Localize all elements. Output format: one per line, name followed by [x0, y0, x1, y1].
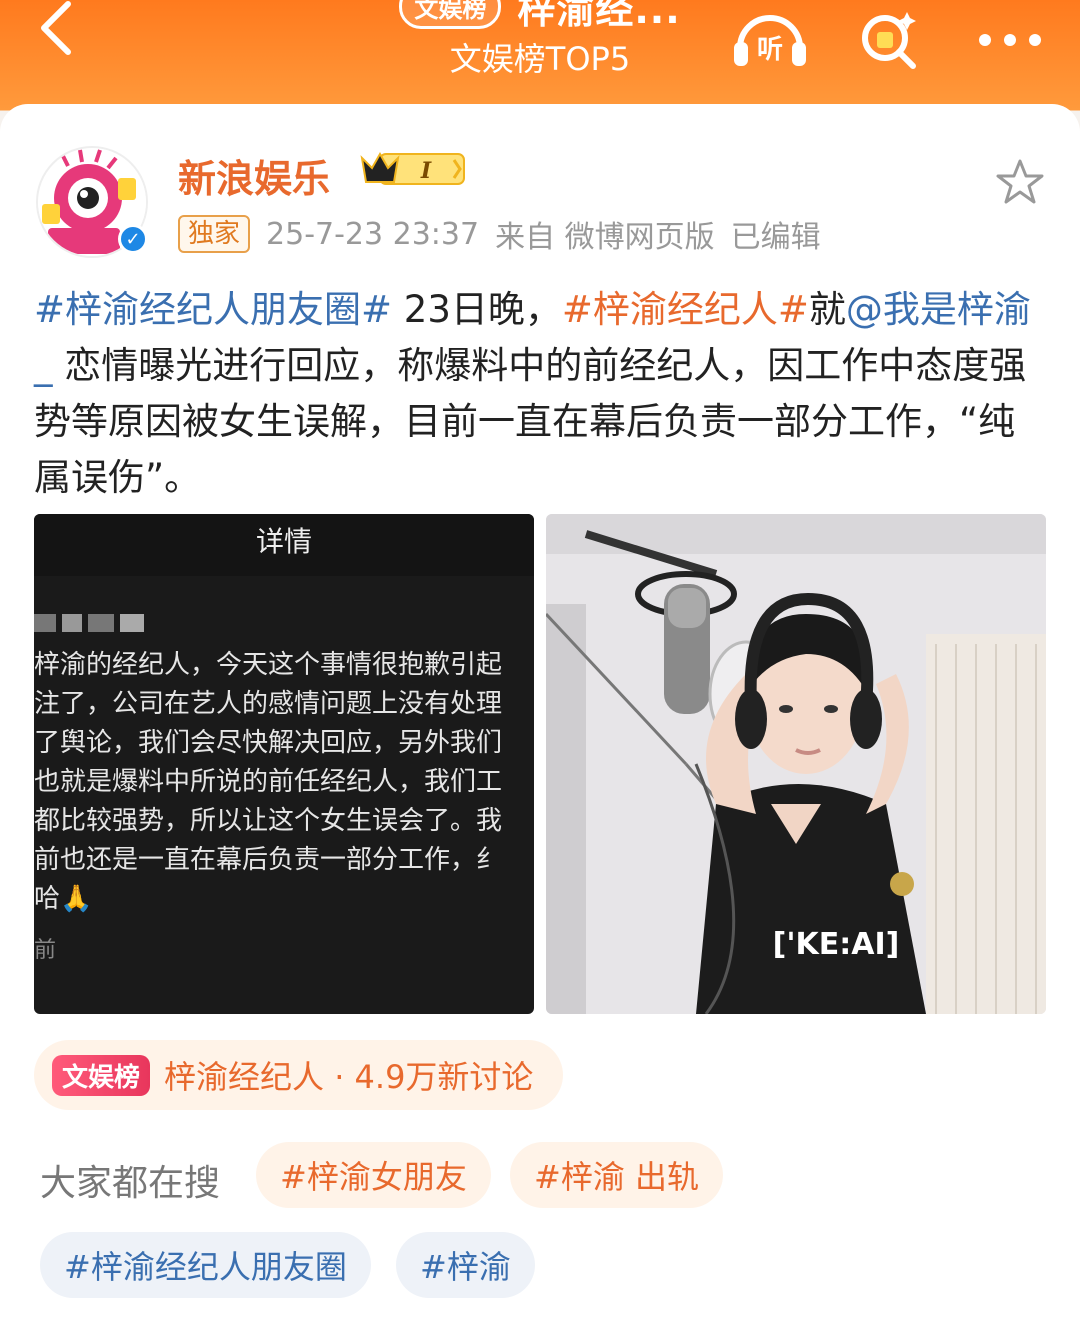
search-chip[interactable]: #梓渝: [396, 1232, 535, 1298]
message-line: 梓渝的经纪人，今天这个事情很抱歉引起: [34, 650, 503, 680]
message-text: 梓渝的经纪人，今天这个事情很抱歉引起 注了，公司在艺人的感情问题上没有处理 了舆…: [34, 646, 534, 919]
vip-level: I: [420, 158, 432, 184]
verified-icon: ✓: [118, 224, 148, 254]
more-button[interactable]: [970, 8, 1050, 72]
favorite-star-icon[interactable]: [996, 158, 1044, 206]
content-text: 恋情曝光进行回应，称爆料中的前经纪人，因工作中态度强势等原因被女生误解，目前一直…: [34, 344, 1027, 499]
search-icon: [862, 12, 916, 69]
header-title-block[interactable]: 文娱榜 梓渝经... 文娱榜TOP5: [360, 0, 720, 80]
more-dots-icon: [979, 34, 1041, 46]
hashtag-link[interactable]: #梓渝经纪人#: [562, 288, 809, 331]
message-line: 哈🙏: [34, 884, 93, 914]
post-image-1[interactable]: 详情 梓渝的经纪人，今天这个事情很抱歉引起 注了，公司在艺人的感情问题上没有处理…: [34, 514, 534, 1014]
topic-ranking-link[interactable]: 文娱榜 梓渝经纪人 · 4.9万新讨论: [34, 1040, 564, 1110]
back-arrow-icon[interactable]: [30, 0, 90, 60]
shirt-print: ['KE:AI]: [773, 927, 900, 962]
message-line: 注了，公司在艺人的感情问题上没有处理: [34, 689, 503, 719]
message-line: 前也还是一直在幕后负责一部分工作，纟: [34, 845, 503, 875]
message-line: 都比较强势，所以让这个女生误会了。我: [34, 806, 503, 836]
search-redpacket-button[interactable]: [850, 8, 930, 72]
page-subtitle: 文娱榜TOP5: [449, 40, 631, 78]
ranking-badge: 文娱榜: [399, 0, 502, 29]
headphones-icon: 听: [734, 15, 806, 66]
listen-button[interactable]: 听: [730, 8, 810, 72]
timestamp: 25-7-23 23:37: [266, 216, 480, 252]
search-section-label: 大家都在搜: [40, 1163, 221, 1204]
topic-text: 梓渝经纪人 · 4.9万新讨论: [164, 1058, 534, 1096]
search-chip[interactable]: #梓渝 出轨: [510, 1142, 723, 1208]
post-card: ✓ 新浪娱乐 I 独家 25-7-23 23:37 来自 微博网页版 已编辑 #…: [0, 104, 1080, 1338]
top-bar: 文娱榜 梓渝经... 文娱榜TOP5 听: [0, 0, 1080, 118]
ranking-badge: 文娱榜: [52, 1054, 151, 1096]
search-chip[interactable]: #梓渝经纪人朋友圈: [40, 1232, 371, 1298]
post-source: 来自 微博网页版: [495, 220, 715, 255]
post-content: #梓渝经纪人朋友圈# 23日晚，#梓渝经纪人#就@我是梓渝_ 恋情曝光进行回应，…: [34, 282, 1044, 506]
search-chip[interactable]: #梓渝女朋友: [256, 1142, 491, 1208]
edited-label[interactable]: 已编辑: [731, 212, 821, 256]
content-text: 就: [808, 288, 846, 331]
studio-photo: ['KE:AI]: [546, 514, 1046, 1014]
message-line: 也就是爆料中所说的前任经纪人，我们工: [34, 767, 503, 797]
user-name[interactable]: 新浪娱乐: [178, 148, 330, 203]
listen-label: 听: [757, 35, 783, 65]
post-meta: 独家 25-7-23 23:37 来自 微博网页版 已编辑: [178, 212, 821, 256]
message-time: 前: [34, 938, 57, 963]
image-detail-title: 详情: [34, 514, 534, 576]
content-text: 23日晚，: [392, 288, 562, 331]
exclusive-tag: 独家: [178, 215, 251, 253]
post-image-2[interactable]: ['KE:AI]: [546, 514, 1046, 1014]
vip-level-badge[interactable]: I: [358, 148, 468, 190]
hashtag-link[interactable]: #梓渝经纪人朋友圈#: [34, 288, 392, 331]
page-title: 梓渝经...: [517, 0, 681, 32]
blurred-name: [34, 614, 164, 640]
message-line: 了舆论，我们会尽快解决回应，另外我们: [34, 728, 503, 758]
